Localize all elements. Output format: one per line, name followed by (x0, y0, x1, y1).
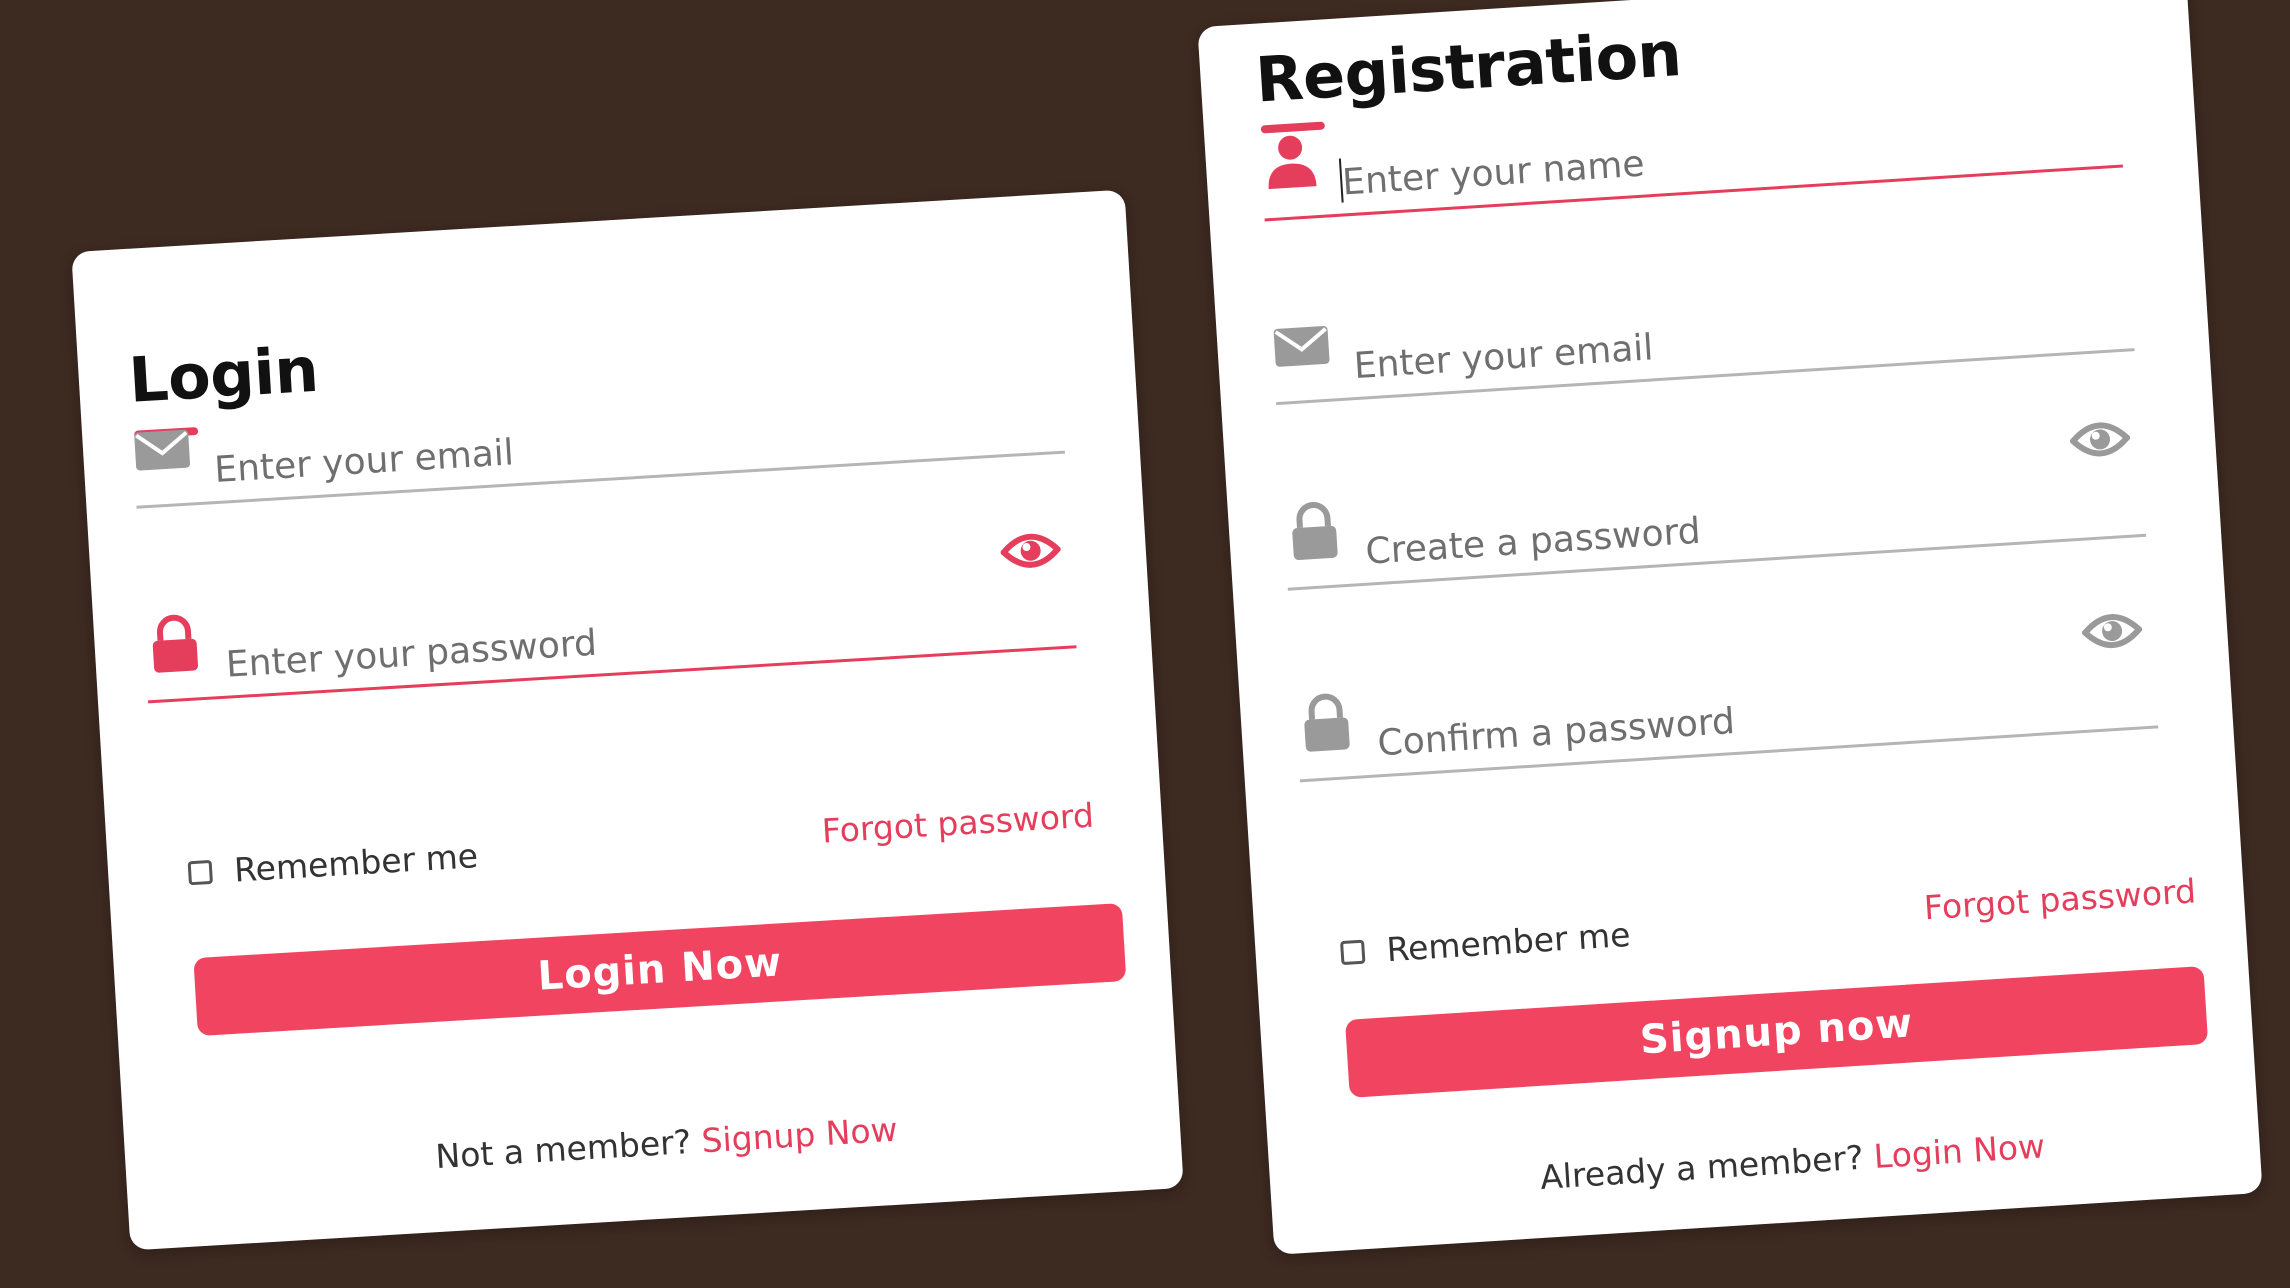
envelope-icon (134, 429, 191, 471)
eye-icon[interactable] (2068, 408, 2132, 472)
login-remember-checkbox[interactable] (187, 859, 213, 885)
registration-name-field[interactable] (1260, 98, 2123, 222)
registration-login-link[interactable]: Login Now (1873, 1126, 2047, 1176)
login-email-input[interactable] (212, 398, 985, 497)
envelope-icon (1273, 325, 1330, 367)
registration-forgot-password-link[interactable]: Forgot password (1923, 871, 2197, 927)
registration-confirm-field[interactable] (1296, 614, 2159, 783)
lock-icon (152, 614, 199, 673)
login-title: Login (126, 332, 321, 417)
registration-email-field[interactable] (1272, 281, 2135, 406)
registration-remember-label: Remember me (1385, 914, 1632, 970)
login-remember-label: Remember me (233, 836, 480, 890)
registration-card: Registration Enter your name Enter your … (1197, 0, 2263, 1255)
login-footer-prompt: Not a member? (434, 1122, 693, 1177)
login-password-field[interactable] (144, 533, 1077, 704)
eye-icon[interactable] (999, 519, 1062, 582)
registration-remember-row: Remember me (1339, 914, 1632, 972)
registration-submit-button[interactable]: Signup now (1344, 965, 2209, 1098)
login-submit-button[interactable]: Login Now (193, 903, 1127, 1037)
eye-icon[interactable] (2080, 599, 2144, 663)
login-card: Login Remember me Forgot password Login … (71, 189, 1184, 1251)
lock-icon (1304, 693, 1350, 752)
login-remember-row: Remember me (187, 836, 479, 892)
registration-remember-checkbox[interactable] (1339, 939, 1366, 965)
lock-icon (1292, 501, 1338, 560)
registration-footer-prompt: Already a member? (1539, 1137, 1865, 1197)
user-icon (1268, 135, 1317, 190)
registration-password-field[interactable] (1284, 422, 2147, 591)
registration-title: Registration (1253, 17, 1684, 117)
login-password-input[interactable] (224, 593, 997, 691)
registration-footer: Already a member? Login Now (1539, 1126, 2046, 1197)
login-forgot-password-link[interactable]: Forgot password (821, 796, 1095, 851)
login-footer: Not a member? Signup Now (434, 1110, 898, 1176)
login-signup-link[interactable]: Signup Now (700, 1110, 898, 1161)
